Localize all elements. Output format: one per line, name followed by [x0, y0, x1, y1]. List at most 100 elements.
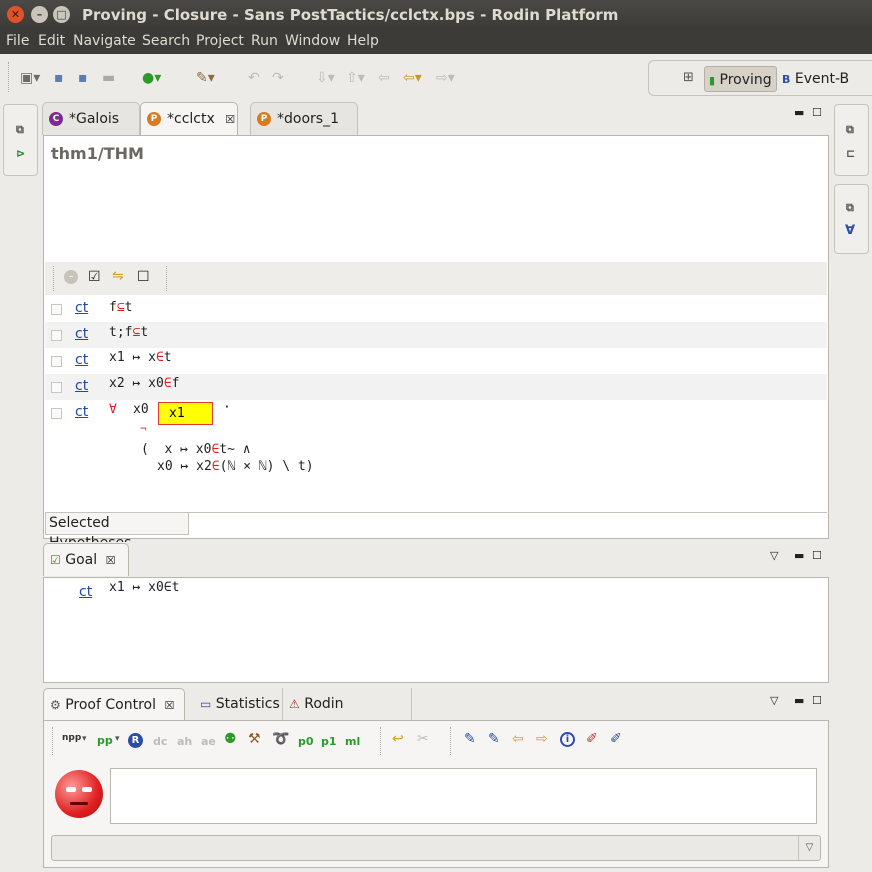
remove-icon[interactable]: –	[64, 270, 78, 284]
select-all-icon[interactable]: ☑	[88, 269, 101, 285]
window-title: Proving - Closure - Sans PostTactics/ccl…	[82, 6, 619, 24]
info-icon[interactable]: i	[560, 732, 575, 747]
tab-cclctx[interactable]: P *cclctx ☒	[140, 102, 238, 135]
menu-search[interactable]: Search	[142, 33, 190, 49]
save-icon[interactable]: ▪	[54, 70, 64, 86]
chevron-down-icon[interactable]: ▽	[798, 836, 820, 860]
undo-step-icon[interactable]: ↩	[392, 731, 404, 747]
tab-selected-hypotheses[interactable]: Selected Hypotheses	[45, 513, 189, 551]
menu-help[interactable]: Help	[347, 33, 379, 49]
close-tab-icon[interactable]: ☒	[225, 113, 235, 126]
tools-icon[interactable]: ✎▾	[196, 70, 215, 86]
view-menu-icon[interactable]: ▽	[770, 694, 778, 707]
menu-run[interactable]: Run	[251, 33, 278, 49]
symbols-icon[interactable]: ∀	[845, 223, 855, 238]
next-icon[interactable]: ⇨	[536, 731, 548, 747]
maximize-icon[interactable]: ☐	[812, 549, 822, 562]
ct-link[interactable]: ct	[75, 352, 88, 368]
menu-project[interactable]: Project	[196, 33, 244, 49]
instantiation-input[interactable]	[158, 402, 213, 425]
back-icon[interactable]: ⇦▾	[403, 70, 422, 86]
prev-annotation-icon[interactable]: ⇧▾	[346, 70, 365, 86]
perspective-eventb[interactable]: B Event-B	[778, 66, 853, 92]
ml-button[interactable]: ml	[345, 735, 360, 748]
maximize-icon[interactable]: ☐	[812, 694, 822, 707]
negation-symbol[interactable]: ¬	[140, 422, 147, 435]
tab-rodin-problems[interactable]: ⚠ Rodin Problems	[282, 688, 412, 745]
ae-button[interactable]: ae	[201, 735, 216, 748]
project-explorer-icon[interactable]: ⊳	[16, 147, 25, 160]
outline-icon[interactable]: ⊏	[846, 147, 855, 160]
tab-doors[interactable]: P *doors_1	[250, 102, 358, 135]
npp-button[interactable]: npp	[62, 733, 81, 743]
tab-proof-control[interactable]: ⚙ Proof Control ☒	[43, 688, 185, 721]
p0-button[interactable]: p0	[298, 735, 314, 748]
invert-icon[interactable]: ⇋	[112, 268, 124, 284]
close-tab-icon[interactable]: ☒	[164, 699, 174, 712]
p1-button[interactable]: p1	[321, 735, 337, 748]
next-pending-icon[interactable]: ✎	[488, 731, 500, 747]
forall-symbol[interactable]: ∀	[109, 402, 117, 417]
close-icon[interactable]: ✕	[7, 6, 24, 23]
perspective-proving[interactable]: ▮ Proving	[704, 66, 777, 92]
history-combo[interactable]: ▽	[51, 835, 821, 861]
undo-icon[interactable]: ↶	[248, 70, 260, 86]
hypothesis-checkbox[interactable]	[51, 356, 62, 367]
dropdown-icon[interactable]: ▾	[115, 734, 120, 744]
menu-file[interactable]: File	[6, 33, 29, 49]
ct-link[interactable]: ct	[75, 326, 88, 342]
ah-button[interactable]: ah	[177, 735, 192, 748]
next-annotation-icon[interactable]: ⇩▾	[316, 70, 335, 86]
menu-edit[interactable]: Edit	[38, 33, 65, 49]
redo-icon[interactable]: ↷	[272, 70, 284, 86]
dc-button[interactable]: dc	[153, 735, 167, 748]
dropdown-icon[interactable]: ▾	[82, 734, 87, 744]
last-edit-icon[interactable]: ⇦	[378, 70, 390, 86]
search-hypothesis-icon[interactable]: ✐	[586, 731, 598, 747]
prune-icon[interactable]: ✂	[417, 731, 429, 747]
lemma-icon[interactable]: ⚉	[224, 731, 237, 747]
goal-ct-link[interactable]: ct	[79, 584, 92, 600]
hypothesis-checkbox[interactable]	[51, 304, 62, 315]
toolbar-separator	[8, 62, 9, 92]
pp-button[interactable]: pp	[97, 734, 113, 747]
new-icon[interactable]: ▣▾	[20, 70, 40, 86]
maximize-icon[interactable]: ☐	[812, 106, 822, 119]
proof-input-field[interactable]	[110, 768, 817, 824]
save-all-icon[interactable]: ▪	[78, 70, 88, 86]
r-button[interactable]: R	[128, 733, 143, 748]
tab-goal[interactable]: ☑ Goal ☒	[43, 543, 129, 576]
minimize-icon[interactable]: –	[31, 6, 48, 23]
run-icon[interactable]: ●▾	[142, 70, 161, 86]
open-perspective-icon[interactable]: ⊞	[683, 70, 694, 85]
ct-link[interactable]: ct	[75, 300, 88, 316]
hypothesis-checkbox[interactable]	[51, 330, 62, 341]
minimize-icon[interactable]: ▬	[794, 694, 804, 707]
cache-hypothesis-icon[interactable]: ✐	[610, 731, 622, 747]
review-icon[interactable]: ✎	[464, 731, 476, 747]
previous-icon[interactable]: ⇦	[512, 731, 524, 747]
ct-link[interactable]: ct	[75, 378, 88, 394]
deselect-icon[interactable]: ☐	[137, 269, 150, 285]
forward-icon[interactable]: ⇨▾	[436, 70, 455, 86]
lasso-icon[interactable]: ➰	[272, 731, 289, 747]
restore-icon[interactable]: ⧉	[16, 123, 24, 137]
view-menu-icon[interactable]: ▽	[770, 549, 778, 562]
broom-icon[interactable]: ⚒	[248, 731, 261, 747]
minimize-icon[interactable]: ▬	[794, 549, 804, 562]
maximize-icon[interactable]: □	[53, 6, 70, 23]
menu-window[interactable]: Window	[285, 33, 340, 49]
close-tab-icon[interactable]: ☒	[106, 554, 116, 567]
tab-statistics[interactable]: ▭ Statistics	[194, 688, 284, 721]
proof-name: thm1/THM	[51, 144, 144, 163]
hypothesis-checkbox[interactable]	[51, 382, 62, 393]
restore-icon[interactable]: ⧉	[846, 123, 854, 137]
tab-galois[interactable]: C *Galois	[42, 102, 140, 135]
hypothesis-checkbox[interactable]	[51, 408, 62, 419]
ct-link[interactable]: ct	[75, 404, 88, 420]
restore-icon[interactable]: ⧉	[846, 201, 854, 215]
print-icon[interactable]: ▬	[102, 70, 115, 86]
minimize-icon[interactable]: ▬	[794, 106, 804, 119]
toolbar-separator	[166, 266, 167, 291]
menu-navigate[interactable]: Navigate	[73, 33, 136, 49]
